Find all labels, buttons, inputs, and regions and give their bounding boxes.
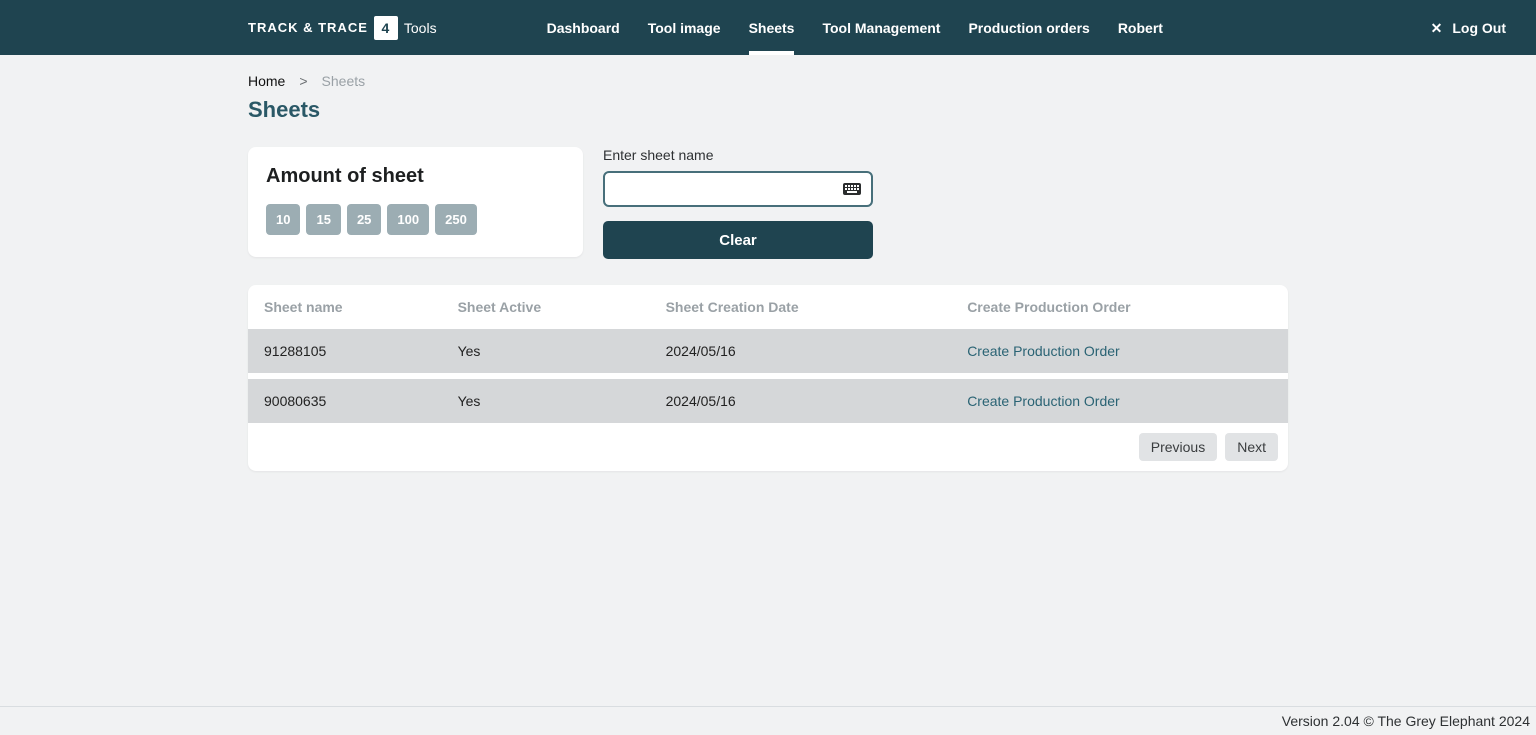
search-input[interactable] <box>615 180 843 198</box>
table-row: 91288105 Yes 2024/05/16 Create Productio… <box>248 329 1288 376</box>
breadcrumb-current: Sheets <box>322 73 366 89</box>
cell-name: 91288105 <box>248 329 446 376</box>
breadcrumb: Home > Sheets <box>248 73 1288 89</box>
clear-button[interactable]: Clear <box>603 221 873 259</box>
footer: Version 2.04 © The Grey Elephant 2024 <box>0 706 1536 735</box>
logout-label: Log Out <box>1452 20 1506 36</box>
cell-active: Yes <box>446 329 654 376</box>
sheets-table-card: Sheet name Sheet Active Sheet Creation D… <box>248 285 1288 471</box>
search-label: Enter sheet name <box>603 147 873 163</box>
col-sheet-date: Sheet Creation Date <box>654 285 956 329</box>
col-sheet-active: Sheet Active <box>446 285 654 329</box>
pager: Previous Next <box>248 423 1288 461</box>
next-button[interactable]: Next <box>1225 433 1278 461</box>
logout-button[interactable]: ✕ Log Out <box>1431 20 1506 36</box>
prev-button[interactable]: Previous <box>1139 433 1217 461</box>
cell-name: 90080635 <box>248 376 446 423</box>
cell-date: 2024/05/16 <box>654 376 956 423</box>
breadcrumb-home[interactable]: Home <box>248 73 285 89</box>
nav-tool-image[interactable]: Tool image <box>648 0 721 55</box>
amount-card: Amount of sheet 10 15 25 100 250 <box>248 147 583 257</box>
logo-badge: 4 <box>374 16 398 40</box>
nav-tool-management[interactable]: Tool Management <box>822 0 940 55</box>
nav-sheets[interactable]: Sheets <box>749 0 795 55</box>
footer-text: Version 2.04 © The Grey Elephant 2024 <box>1282 713 1530 729</box>
amount-options: 10 15 25 100 250 <box>266 204 565 235</box>
search-input-wrap <box>603 171 873 207</box>
logo-right: Tools <box>404 20 437 36</box>
close-icon: ✕ <box>1431 21 1443 35</box>
logo-left: TRACK & TRACE <box>248 20 368 35</box>
amount-option-10[interactable]: 10 <box>266 204 300 235</box>
amount-option-15[interactable]: 15 <box>306 204 340 235</box>
create-order-link[interactable]: Create Production Order <box>967 393 1120 409</box>
sheets-table: Sheet name Sheet Active Sheet Creation D… <box>248 285 1288 423</box>
amount-option-100[interactable]: 100 <box>387 204 429 235</box>
col-sheet-name: Sheet name <box>248 285 446 329</box>
nav-user[interactable]: Robert <box>1118 0 1163 55</box>
main-nav: Dashboard Tool image Sheets Tool Managem… <box>547 0 1163 55</box>
cell-active: Yes <box>446 376 654 423</box>
app-logo: TRACK & TRACE 4 Tools <box>248 16 437 40</box>
keyboard-icon[interactable] <box>843 183 861 195</box>
breadcrumb-separator: > <box>299 73 307 89</box>
nav-production-orders[interactable]: Production orders <box>968 0 1089 55</box>
page-title: Sheets <box>248 97 1288 123</box>
table-row: 90080635 Yes 2024/05/16 Create Productio… <box>248 376 1288 423</box>
col-create-order: Create Production Order <box>955 285 1288 329</box>
amount-option-250[interactable]: 250 <box>435 204 477 235</box>
search-column: Enter sheet name <box>603 147 873 259</box>
main-content: Home > Sheets Sheets Amount of sheet 10 … <box>248 55 1288 706</box>
create-order-link[interactable]: Create Production Order <box>967 343 1120 359</box>
app-header: TRACK & TRACE 4 Tools Dashboard Tool ima… <box>0 0 1536 55</box>
cell-date: 2024/05/16 <box>654 329 956 376</box>
amount-option-25[interactable]: 25 <box>347 204 381 235</box>
amount-card-title: Amount of sheet <box>266 165 565 188</box>
nav-dashboard[interactable]: Dashboard <box>547 0 620 55</box>
